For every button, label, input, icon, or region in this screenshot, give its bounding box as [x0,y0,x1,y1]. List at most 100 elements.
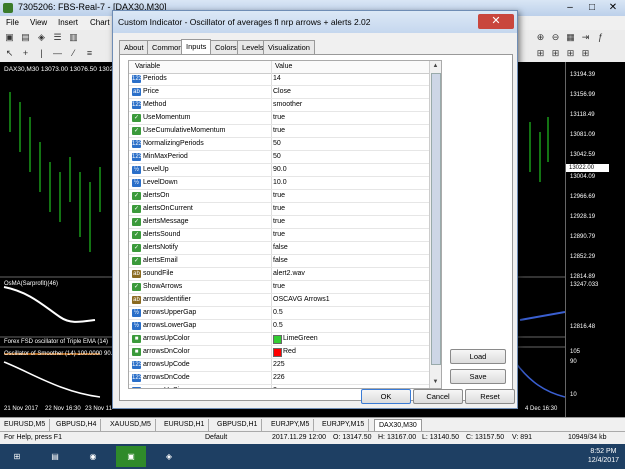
start-icon[interactable]: ⊞ [2,446,32,467]
param-row-alertsoncurrent[interactable]: ✓ alertsOnCurrent true [129,203,429,216]
tab-about[interactable]: About [119,40,149,54]
market-watch-icon[interactable]: ◈ [36,32,47,43]
profiles-icon[interactable]: ▤ [20,32,31,43]
crosshair-icon[interactable]: + [20,48,31,59]
param-value[interactable]: 50 [273,140,281,147]
terminal-icon[interactable]: ▥ [68,32,79,43]
param-value[interactable]: 0.5 [273,322,283,329]
tab-eurusd-m5[interactable]: EURUSD,M5 [0,419,51,431]
param-row-alertson[interactable]: ✓ alertsOn true [129,190,429,203]
param-row-showarrows[interactable]: ✓ ShowArrows true [129,281,429,294]
ok-button[interactable]: OK [361,389,411,404]
tab-eurjpy-m5[interactable]: EURJPY,M5 [267,419,315,431]
param-row-alertsmessage[interactable]: ✓ alertsMessage true [129,216,429,229]
load-button[interactable]: Load [450,349,506,364]
param-value[interactable]: Red [283,348,296,355]
minimize-icon[interactable]: – [560,1,580,14]
indicators-icon[interactable]: ƒ [595,32,606,43]
cancel-button[interactable]: Cancel [413,389,463,404]
param-row-arrowsdncolor[interactable]: ■ arrowsDnColor Red [129,346,429,359]
param-value[interactable]: true [273,192,285,199]
param-value[interactable]: Close [273,88,291,95]
param-row-alertsemail[interactable]: ✓ alertsEmail false [129,255,429,268]
menu-view[interactable]: View [30,18,47,27]
app-icon[interactable]: ◈ [154,446,184,467]
param-row-periods[interactable]: 123 Periods 14 [129,73,429,86]
trendline-icon[interactable]: ⁄ [68,48,79,59]
tab-eurjpy-m15[interactable]: EURJPY,M15 [318,419,370,431]
param-row-levelup[interactable]: ½ LevelUp 90.0 [129,164,429,177]
fbs-app-icon[interactable]: ▣ [116,446,146,467]
param-row-arrowsupcolor[interactable]: ■ arrowsUpColor LimeGreen [129,333,429,346]
chart-shift-icon[interactable]: ⇥ [580,32,591,43]
period-d1-icon[interactable]: ⊞ [580,48,591,59]
param-row-arrowsupcode[interactable]: 123 arrowsUpCode 225 [129,359,429,372]
param-row-normalizingperiods[interactable]: 123 NormalizingPeriods 50 [129,138,429,151]
param-row-arrowslowergap[interactable]: ½ arrowsLowerGap 0.5 [129,320,429,333]
param-row-method[interactable]: 123 Method smoother [129,99,429,112]
zoom-in-icon[interactable]: ⊕ [535,32,546,43]
new-chart-icon[interactable]: ▣ [4,32,15,43]
param-value[interactable]: 226 [273,374,285,381]
param-value[interactable]: 90.0 [273,166,287,173]
color-swatch[interactable] [273,335,282,344]
scroll-thumb[interactable] [431,73,441,365]
param-value[interactable]: LimeGreen [283,335,318,342]
param-row-usecumulativemomentum[interactable]: ✓ UseCumulativeMomentum true [129,125,429,138]
param-value[interactable]: alert2.wav [273,270,305,277]
dialog-close-button[interactable]: ✕ [478,14,514,29]
maximize-icon[interactable]: □ [582,1,602,14]
param-value[interactable]: 2 [273,387,277,388]
param-row-price[interactable]: ab Price Close [129,86,429,99]
color-swatch[interactable] [273,348,282,357]
period-h4-icon[interactable]: ⊞ [565,48,576,59]
menu-chart[interactable]: Chart [90,18,110,27]
param-value[interactable]: true [273,231,285,238]
horizontal-line-icon[interactable]: — [52,48,63,59]
tab-inputs[interactable]: Inputs [181,39,212,55]
tab-visualization[interactable]: Visualization [263,40,315,54]
save-button[interactable]: Save [450,369,506,384]
close-icon[interactable]: ✕ [603,1,623,14]
param-row-alertsnotify[interactable]: ✓ alertsNotify false [129,242,429,255]
param-value[interactable]: false [273,257,288,264]
zoom-out-icon[interactable]: ⊖ [550,32,561,43]
tab-eurusd-h1[interactable]: EURUSD,H1 [160,419,210,431]
param-value[interactable]: true [273,218,285,225]
param-value[interactable]: true [273,127,285,134]
period-h1-icon[interactable]: ⊞ [550,48,561,59]
param-row-soundfile[interactable]: ab soundFile alert2.wav [129,268,429,281]
channel-icon[interactable]: ≡ [84,48,95,59]
menu-file[interactable]: File [6,18,19,27]
param-value[interactable]: true [273,114,285,121]
tab-xauusd-m5[interactable]: XAUUSD,M5 [106,419,156,431]
param-value[interactable]: 0.5 [273,309,283,316]
param-value[interactable]: 14 [273,75,281,82]
scroll-up-icon[interactable]: ▲ [430,61,441,71]
param-row-arrowsdncode[interactable]: 123 arrowsDnCode 226 [129,372,429,385]
system-clock[interactable]: 8:52 PM 12/4/2017 [588,447,619,465]
period-m30-icon[interactable]: ⊞ [535,48,546,59]
param-value[interactable]: true [273,205,285,212]
explorer-icon[interactable]: ▤ [40,446,70,467]
param-value[interactable]: 225 [273,361,285,368]
param-value[interactable]: 10.0 [273,179,287,186]
reset-button[interactable]: Reset [465,389,515,404]
scroll-down-icon[interactable]: ▼ [430,377,441,387]
param-row-arrowsuppergap[interactable]: ½ arrowsUpperGap 0.5 [129,307,429,320]
vertical-line-icon[interactable]: | [36,48,47,59]
grid-scrollbar[interactable]: ▲ ▼ [429,61,441,388]
cursor-icon[interactable]: ↖ [4,48,15,59]
param-value[interactable]: smoother [273,101,302,108]
param-row-leveldown[interactable]: ½ LevelDown 10.0 [129,177,429,190]
param-value[interactable]: 50 [273,153,281,160]
param-value[interactable]: true [273,283,285,290]
param-row-arrowsidentifier[interactable]: ab arrowsIdentifier OSCAVG Arrows1 [129,294,429,307]
chrome-icon[interactable]: ◉ [78,446,108,467]
param-value[interactable]: OSCAVG Arrows1 [273,296,330,303]
tab-gbpusd-h1[interactable]: GBPUSD,H1 [213,419,263,431]
tile-icon[interactable]: ▦ [565,32,576,43]
menu-insert[interactable]: Insert [58,18,78,27]
param-row-alertssound[interactable]: ✓ alertsSound true [129,229,429,242]
param-value[interactable]: false [273,244,288,251]
